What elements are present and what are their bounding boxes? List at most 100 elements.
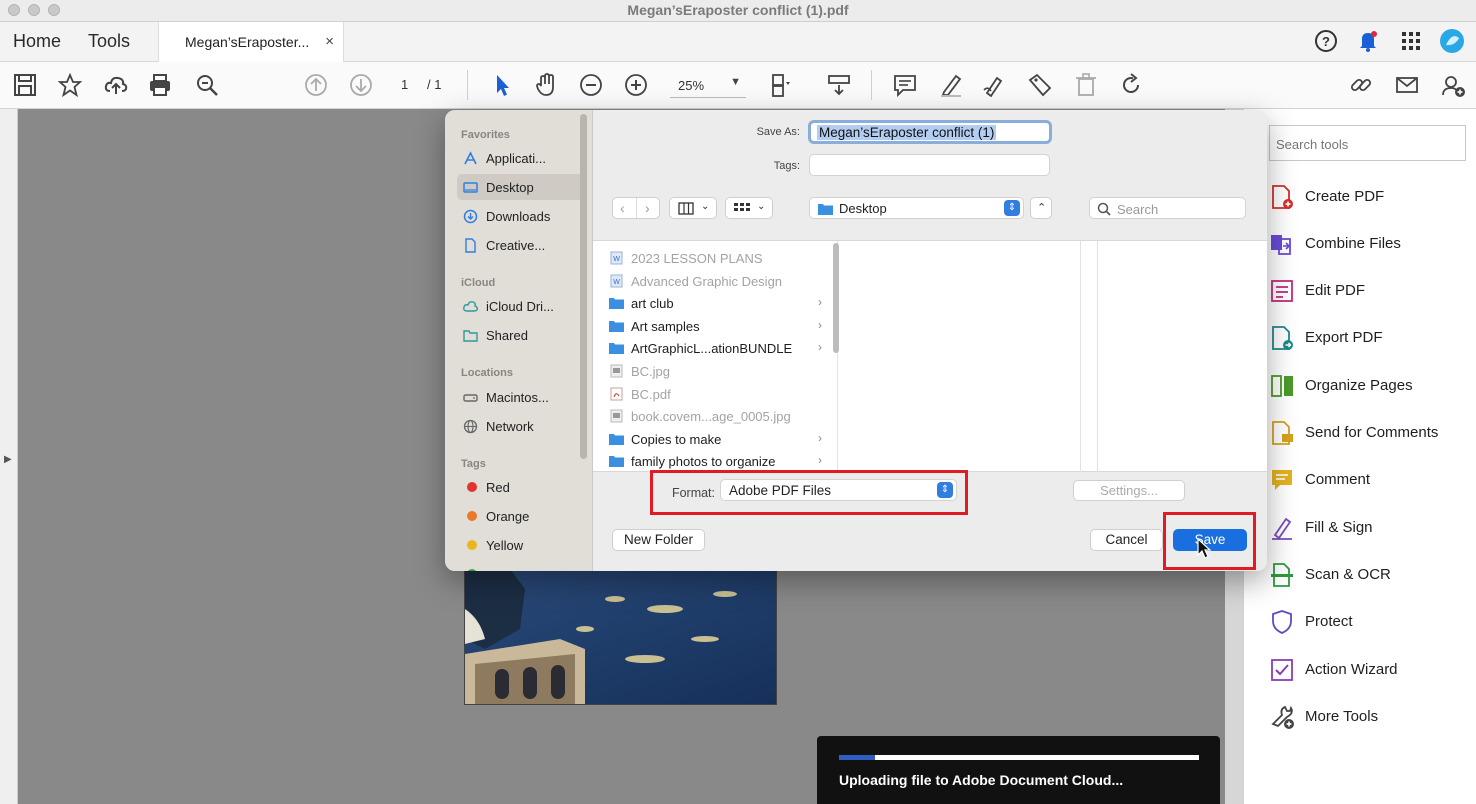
tool-export-pdf[interactable]: Export PDF <box>1269 325 1474 353</box>
tool-combine-files[interactable]: Combine Files <box>1269 231 1474 259</box>
zoom-search-icon[interactable] <box>194 72 220 98</box>
sidebar-tag-green[interactable] <box>457 561 585 571</box>
window-titlebar: Megan’sEraposter conflict (1).pdf <box>0 0 1476 22</box>
fill-sign-pen-icon[interactable] <box>982 72 1008 98</box>
sidebar-item-macintosh[interactable]: Macintos... <box>457 384 585 410</box>
grid-view-button[interactable]: ⌄ <box>725 197 773 219</box>
forward-chevron-icon[interactable]: › <box>645 200 650 216</box>
close-tab-icon[interactable]: × <box>325 33 334 50</box>
save-icon[interactable] <box>12 72 38 98</box>
comment-icon[interactable] <box>892 72 918 98</box>
column-view-button[interactable]: ⌄ <box>669 197 717 219</box>
folder-icon <box>609 341 624 355</box>
tags-input[interactable] <box>809 154 1050 176</box>
file-list-item[interactable]: Art samples › <box>593 315 828 337</box>
file-list-item[interactable]: BC.pdf <box>593 383 828 405</box>
save-as-input[interactable]: Megan’sEraposter conflict (1) <box>808 120 1052 144</box>
sidebar-tag-orange[interactable]: Orange <box>457 503 585 529</box>
main-toolbar: 1 / 1 25% ▼ <box>0 62 1476 109</box>
upload-progress-fill <box>839 755 875 760</box>
next-page-icon[interactable] <box>348 72 374 98</box>
toolbar-divider <box>467 70 468 100</box>
tags-label: Tags: <box>773 160 800 172</box>
sidebar-tag-yellow[interactable]: Yellow <box>457 532 585 558</box>
sidebar-scrollbar[interactable] <box>580 114 587 459</box>
tool-label: Edit PDF <box>1305 282 1366 299</box>
file-list-item[interactable]: book.covem...age_0005.jpg <box>593 405 828 427</box>
apps-grid-icon[interactable] <box>1398 28 1424 54</box>
bookmark-star-icon[interactable] <box>57 72 83 98</box>
sidebar-item-network[interactable]: Network <box>457 413 585 439</box>
help-icon[interactable]: ? <box>1313 28 1339 54</box>
collapse-button[interactable]: ⌃ <box>1030 197 1052 219</box>
chevron-right-icon: › <box>818 453 822 468</box>
tool-protect[interactable]: Protect <box>1269 609 1474 637</box>
zoom-in-icon[interactable] <box>623 72 649 98</box>
tool-fill-sign[interactable]: Fill & Sign <box>1269 515 1474 543</box>
save-as-value: Megan’sEraposter conflict (1) <box>817 125 997 140</box>
tool-edit-pdf[interactable]: Edit PDF <box>1269 278 1474 306</box>
file-list-item[interactable]: W 2023 LESSON PLANS <box>593 247 828 269</box>
tool-more-tools[interactable]: More Tools <box>1269 704 1474 732</box>
email-envelope-icon[interactable] <box>1394 72 1420 98</box>
cancel-button[interactable]: Cancel <box>1090 529 1163 551</box>
new-folder-button[interactable]: New Folder <box>612 529 705 551</box>
file-list-item[interactable]: Copies to make › <box>593 428 828 450</box>
tool-action-wizard[interactable]: Action Wizard <box>1269 657 1474 685</box>
tab-home[interactable]: Home <box>13 31 61 52</box>
tool-label: Action Wizard <box>1305 661 1398 678</box>
file-column-scrollbar[interactable] <box>833 243 839 353</box>
upload-cloud-icon[interactable] <box>103 72 129 98</box>
share-link-icon[interactable] <box>1348 72 1374 98</box>
sidebar-item-applications[interactable]: Applicati... <box>457 145 585 171</box>
scroll-mode-icon[interactable] <box>826 72 852 98</box>
expand-left-panel-icon[interactable]: ▶ <box>4 454 12 465</box>
previous-page-icon[interactable] <box>303 72 329 98</box>
tool-scan-ocr[interactable]: Scan & OCR <box>1269 562 1474 590</box>
sidebar-item-downloads[interactable]: Downloads <box>457 203 585 229</box>
add-user-icon[interactable] <box>1440 72 1466 98</box>
back-forward-buttons[interactable]: ‹ › <box>612 197 660 219</box>
settings-button[interactable]: Settings... <box>1073 480 1185 501</box>
sidebar-item-desktop[interactable]: Desktop <box>457 174 585 200</box>
file-list-item[interactable]: ArtGraphicL...ationBUNDLE › <box>593 337 828 359</box>
search-tools-input[interactable]: Search tools <box>1269 125 1466 161</box>
rotate-icon[interactable] <box>1118 72 1144 98</box>
applications-icon <box>464 151 477 165</box>
file-name: BC.jpg <box>631 364 671 379</box>
highlight-pen-icon[interactable] <box>938 72 964 98</box>
sidebar-section-icloud: iCloud <box>461 277 496 289</box>
page-number-input[interactable]: 1 <box>401 77 408 92</box>
print-icon[interactable] <box>147 72 173 98</box>
edit-text-icon[interactable] <box>1027 72 1053 98</box>
preview-column <box>843 241 1081 473</box>
hand-tool-icon[interactable] <box>533 72 559 98</box>
delete-trash-icon[interactable] <box>1073 72 1099 98</box>
sidebar-tag-red[interactable]: Red <box>457 474 585 500</box>
tool-send-for-comments[interactable]: Send for Comments <box>1269 420 1474 448</box>
file-list-item[interactable]: art club › <box>593 292 828 314</box>
tool-comment[interactable]: Comment <box>1269 467 1474 495</box>
page-display-icon[interactable] <box>768 72 794 98</box>
sidebar-item-creative[interactable]: Creative... <box>457 232 585 258</box>
red-tag-dot <box>467 482 477 492</box>
file-column: W 2023 LESSON PLANS W Advanced Graphic Desi… <box>593 241 838 473</box>
file-list-item[interactable]: BC.jpg <box>593 360 828 382</box>
tool-create-pdf[interactable]: Create PDF <box>1269 184 1474 212</box>
upload-progress-bar <box>839 755 1199 760</box>
user-avatar[interactable] <box>1439 28 1465 54</box>
tool-organize-pages[interactable]: Organize Pages <box>1269 373 1474 401</box>
sidebar-item-icloud-drive[interactable]: iCloud Dri... <box>457 293 585 319</box>
zoom-level-select[interactable]: 25% ▼ <box>670 74 746 98</box>
dialog-search-input[interactable]: Search <box>1089 197 1246 219</box>
tool-label: Comment <box>1305 471 1371 488</box>
back-chevron-icon[interactable]: ‹ <box>620 200 625 216</box>
select-cursor-icon[interactable] <box>489 72 515 98</box>
tab-tools[interactable]: Tools <box>88 31 130 52</box>
notifications-bell-icon[interactable] <box>1355 28 1381 54</box>
zoom-out-icon[interactable] <box>578 72 604 98</box>
file-list-item[interactable]: W Advanced Graphic Design <box>593 270 828 292</box>
sidebar-item-shared[interactable]: Shared <box>457 322 585 348</box>
location-select[interactable]: Desktop ⇕ <box>809 197 1024 219</box>
tab-document[interactable]: Megan’sEraposter... × <box>158 22 344 62</box>
